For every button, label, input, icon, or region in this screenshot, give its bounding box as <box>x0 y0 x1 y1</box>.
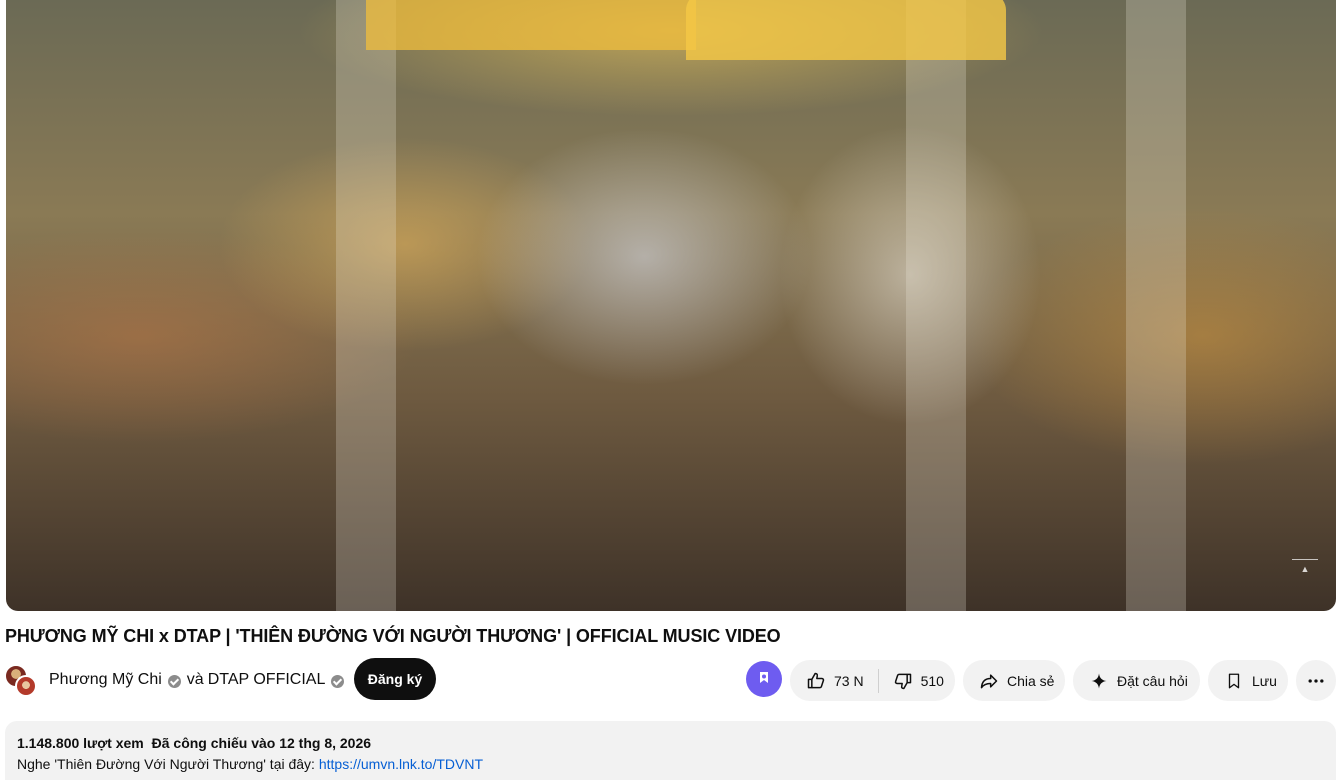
more-actions-button[interactable] <box>1296 660 1336 701</box>
video-title: PHƯƠNG MỸ CHI x DTAP | 'THIÊN ĐƯỜNG VỚI … <box>5 626 781 646</box>
subscribe-button[interactable]: Đăng ký <box>354 658 436 700</box>
video-frame-detail <box>366 0 696 50</box>
more-icon <box>1304 669 1328 693</box>
thanks-icon <box>760 672 768 683</box>
description-line: Nghe 'Thiên Đường Với Người Thương' tại … <box>17 756 319 772</box>
share-button[interactable]: Chia sẻ <box>963 660 1065 701</box>
video-frame-detail <box>1126 0 1186 611</box>
dislike-count: 510 <box>920 672 944 689</box>
description-box[interactable]: 1.148.800 lượt xem Đã công chiếu vào 12 … <box>5 721 1336 780</box>
video-frame-detail <box>686 0 1006 60</box>
verified-icon <box>167 674 181 688</box>
view-count: 1.148.800 lượt xem <box>17 735 144 751</box>
description-text: Nghe 'Thiên Đường Với Người Thương' tại … <box>17 756 1324 772</box>
save-label: Lưu <box>1252 672 1277 689</box>
avatar[interactable] <box>5 663 39 697</box>
bookmark-icon <box>1222 669 1246 693</box>
channel-name-1[interactable]: Phương Mỹ Chi <box>49 671 162 689</box>
video-meta: 1.148.800 lượt xem Đã công chiếu vào 12 … <box>17 735 1324 751</box>
verified-icon <box>331 674 345 688</box>
channel-watermark-icon[interactable]: ▲ <box>1292 559 1318 577</box>
like-count: 73 N <box>834 672 864 689</box>
save-button[interactable]: Lưu <box>1208 660 1288 701</box>
channel-name-2[interactable]: DTAP OFFICIAL <box>208 671 326 689</box>
dislike-button[interactable]: 510 <box>879 660 944 701</box>
owner-row: Phương Mỹ Chi và DTAP OFFICIAL <box>5 660 350 700</box>
share-icon <box>977 669 1001 693</box>
video-frame-detail <box>906 0 966 611</box>
share-label: Chia sẻ <box>1007 672 1055 689</box>
dislike-icon <box>891 669 915 693</box>
like-icon <box>804 669 828 693</box>
like-button[interactable]: 73 N <box>790 660 864 701</box>
channel-names: Phương Mỹ Chi và DTAP OFFICIAL <box>49 671 350 689</box>
like-dislike-group: 73 N 510 <box>790 660 955 701</box>
avatar-dtap[interactable] <box>15 675 37 697</box>
ask-question-button[interactable]: Đặt câu hỏi <box>1073 660 1200 701</box>
video-frame-detail <box>336 0 396 611</box>
channel-connector: và <box>186 671 204 688</box>
premiere-date: Đã công chiếu vào 12 thg 8, 2026 <box>151 735 372 751</box>
video-player[interactable]: ▲ <box>6 0 1336 611</box>
sparkle-icon <box>1087 669 1111 693</box>
thanks-button[interactable] <box>746 661 782 697</box>
ask-label: Đặt câu hỏi <box>1117 672 1188 689</box>
description-link[interactable]: https://umvn.lnk.to/TDVNT <box>319 756 483 772</box>
